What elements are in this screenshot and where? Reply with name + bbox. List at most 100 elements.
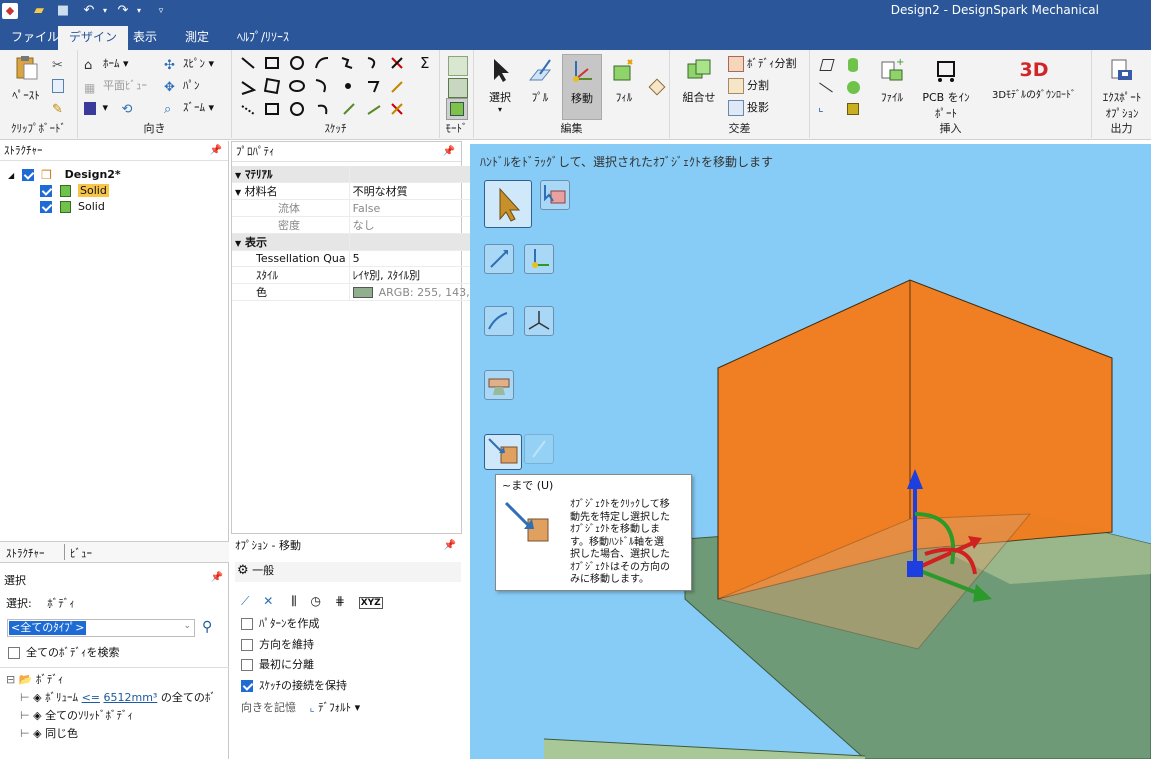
material-category-row[interactable]: ▼ ﾏﾃﾘｱﾙ bbox=[232, 166, 499, 183]
selection-tree-root[interactable]: ⊟ 📂 ﾎﾞﾃﾞｨ bbox=[6, 671, 216, 689]
density-row[interactable]: 密度 なし bbox=[232, 216, 499, 234]
volume-operator-link[interactable]: <= bbox=[82, 691, 100, 704]
anchor-icon[interactable]: ⟋ bbox=[241, 594, 249, 608]
open-folder-icon[interactable]: ▰ bbox=[30, 2, 48, 20]
move-path-tool-button[interactable] bbox=[484, 306, 514, 336]
download-3d-model-button[interactable]: 3D 3Dﾓﾃﾞﾙのﾀﾞｳﾝﾛｰﾄﾞ bbox=[980, 56, 1088, 101]
cylinder-icon[interactable] bbox=[844, 56, 864, 76]
selection-tree-item[interactable]: ⊢ ◈ 全てのｿﾘｯﾄﾞﾎﾞﾃﾞｨ bbox=[20, 707, 216, 725]
display-category-row[interactable]: ▼ 表示 bbox=[232, 233, 499, 251]
cut-button[interactable]: ✂ bbox=[52, 54, 71, 74]
tessellation-row[interactable]: Tessellation Qua 5 bbox=[232, 250, 499, 267]
fill-button[interactable]: ﾌｨﾙ bbox=[604, 56, 644, 105]
keep-orientation-checkbox[interactable] bbox=[241, 639, 253, 651]
move-button[interactable]: 移動 bbox=[562, 54, 602, 120]
pivot-tool-button[interactable] bbox=[484, 370, 514, 400]
3d-scene[interactable] bbox=[470, 144, 1151, 759]
collapse-icon[interactable]: ◢ bbox=[8, 171, 14, 180]
3d-mode-icon[interactable] bbox=[446, 98, 468, 120]
option-keep-orientation[interactable]: 方向を維持 bbox=[241, 637, 314, 653]
pin-icon[interactable]: 📌 bbox=[444, 536, 456, 556]
select-tool-button[interactable] bbox=[484, 180, 532, 228]
3d-viewport[interactable]: ﾊﾝﾄﾞﾙをﾄﾞﾗｯｸﾞして、選択されたｵﾌﾞｼﾞｪｸﾄを移動します bbox=[470, 144, 1151, 759]
view-cube-button[interactable]: ▾ ⟲ bbox=[84, 98, 141, 118]
style-row[interactable]: ｽﾀｲﾙ ﾚｲﾔ別, ｽﾀｲﾙ別 bbox=[232, 266, 499, 284]
option-detach-first[interactable]: 最初に分離 bbox=[241, 657, 314, 673]
search-all-bodies-checkbox[interactable] bbox=[8, 647, 20, 659]
export-options-button[interactable]: ｴｸｽﾎﾟｰﾄ ｵﾌﾟｼｮﾝ bbox=[1094, 56, 1150, 121]
plane-icon[interactable] bbox=[818, 56, 838, 76]
volume-value-link[interactable]: 6512mm³ bbox=[104, 691, 158, 704]
tab-design[interactable]: デザイン bbox=[58, 26, 129, 50]
combine-button[interactable]: 組合せ bbox=[676, 56, 722, 105]
orient-handle-icon[interactable]: ✕ bbox=[263, 594, 273, 608]
spin-button[interactable]: ✣ ｽﾋﾟﾝ ▾ bbox=[164, 54, 214, 74]
copy-button[interactable] bbox=[52, 76, 67, 96]
selection-type-dropdown[interactable]: <全てのﾀｲﾌﾟ> ⌄ bbox=[7, 619, 195, 637]
tree-item-solid-1[interactable]: Solid bbox=[40, 183, 121, 199]
option-create-pattern[interactable]: ﾊﾟﾀｰﾝを作成 bbox=[241, 616, 320, 632]
fluid-row[interactable]: 流体 False bbox=[232, 199, 499, 217]
home-view-button[interactable]: ⌂ ﾎｰﾑ ▾ bbox=[84, 54, 129, 74]
format-painter-button[interactable]: ✎ bbox=[52, 98, 71, 118]
paste-button[interactable]: ﾍﾟｰｽﾄ bbox=[4, 54, 48, 103]
search-all-bodies-row[interactable]: 全てのﾎﾞﾃﾞｨを検索 bbox=[8, 644, 120, 660]
zoom-button[interactable]: ⌕ ｽﾞｰﾑ ▾ bbox=[164, 98, 214, 118]
ruler-icon[interactable]: ⫼ bbox=[291, 594, 297, 608]
pin-icon[interactable]: 📌 bbox=[211, 572, 223, 583]
tab-help[interactable]: ﾍﾙﾌﾟ/ﾘｿｰｽ bbox=[226, 26, 300, 50]
plan-view-button[interactable]: ▦ 平面ﾋﾞｭｰ bbox=[84, 76, 147, 96]
tree-item-solid-2[interactable]: Solid bbox=[40, 199, 121, 215]
split-body-button[interactable]: ﾎﾞﾃﾞｨ分割 bbox=[728, 54, 797, 74]
spacing-icon[interactable]: ⋕ bbox=[335, 594, 345, 608]
section-mode-icon[interactable] bbox=[448, 78, 468, 98]
tab-structure[interactable]: ｽﾄﾗｸﾁｬｰ bbox=[6, 545, 45, 561]
redo-dropdown-icon[interactable]: ▾ bbox=[130, 2, 148, 20]
pull-button[interactable]: ﾌﾟﾙ bbox=[520, 56, 560, 105]
up-to-tool-button[interactable] bbox=[484, 434, 522, 470]
tab-measure[interactable]: 測定 bbox=[174, 26, 220, 50]
option-keep-sketch-connectivity[interactable]: ｽｹｯﾁの接続を保持 bbox=[241, 678, 347, 694]
remember-orientation-dropdown[interactable]: ﾃﾞﾌｫﾙﾄ ▾ bbox=[318, 701, 360, 714]
selection-tree-item[interactable]: ⊢ ◈ 同じ色 bbox=[20, 725, 216, 743]
axis-icon[interactable] bbox=[818, 78, 838, 98]
create-pattern-checkbox[interactable] bbox=[241, 618, 253, 630]
project-button[interactable]: 投影 bbox=[728, 98, 769, 118]
sketch-tools-icon[interactable]: Σ bbox=[240, 54, 436, 120]
clock-icon[interactable]: ◷ bbox=[310, 594, 320, 608]
blend-icon[interactable] bbox=[648, 78, 668, 98]
pin-icon[interactable]: 📌 bbox=[443, 142, 455, 162]
selection-tree-item[interactable]: ⊢ ◈ ﾎﾞﾘｭｰﾑ <= 6512mm³ の全てのﾎﾞ bbox=[20, 689, 216, 707]
select-body-tool-button[interactable] bbox=[540, 180, 570, 210]
solid-2-visibility-checkbox[interactable] bbox=[40, 201, 52, 213]
sphere-icon[interactable] bbox=[844, 78, 864, 98]
options-section-header[interactable]: ⚙ 一般 bbox=[235, 562, 461, 582]
xyz-icon[interactable]: XYZ bbox=[358, 597, 383, 609]
solid-1-visibility-checkbox[interactable] bbox=[40, 185, 52, 197]
tab-display[interactable]: 表示 bbox=[122, 26, 168, 50]
search-icon[interactable]: ⚲ bbox=[202, 619, 212, 635]
material-name-row[interactable]: ▼ 材料名 不明な材質 bbox=[232, 182, 499, 200]
move-anchor-tool-button[interactable] bbox=[524, 244, 554, 274]
select-button[interactable]: 選択 ▾ bbox=[480, 56, 520, 114]
origin-icon[interactable]: ⌞ bbox=[818, 100, 838, 120]
detach-first-checkbox[interactable] bbox=[241, 659, 253, 671]
undo-dropdown-icon[interactable]: ▾ bbox=[96, 2, 114, 20]
move-ruler-tool-button[interactable] bbox=[524, 306, 554, 336]
shell-icon[interactable] bbox=[844, 100, 864, 120]
pcb-import-button[interactable]: PCB をｲﾝ ﾎﾟｰﾄ bbox=[914, 56, 978, 121]
tree-root-row[interactable]: ◢ ❒ Design2* bbox=[8, 167, 121, 183]
disabled-tool-button[interactable] bbox=[524, 434, 554, 464]
customize-toolbar-icon[interactable]: ▿ bbox=[152, 2, 170, 20]
tab-view[interactable]: ﾋﾞｭｰ bbox=[70, 545, 92, 561]
color-row[interactable]: 色 ARGB: 255, 143, 175 bbox=[232, 283, 499, 301]
move-along-tool-button[interactable] bbox=[484, 244, 514, 274]
split-button[interactable]: 分割 bbox=[728, 76, 769, 96]
root-visibility-checkbox[interactable] bbox=[21, 169, 34, 181]
sketch-mode-icon[interactable] bbox=[448, 56, 468, 76]
pin-icon[interactable]: 📌 bbox=[210, 141, 222, 161]
save-icon[interactable]: ■ bbox=[54, 2, 72, 20]
color-swatch[interactable] bbox=[352, 287, 373, 298]
pan-button[interactable]: ✥ ﾊﾟﾝ bbox=[164, 76, 200, 96]
keep-sketch-connectivity-checkbox[interactable] bbox=[241, 680, 253, 692]
